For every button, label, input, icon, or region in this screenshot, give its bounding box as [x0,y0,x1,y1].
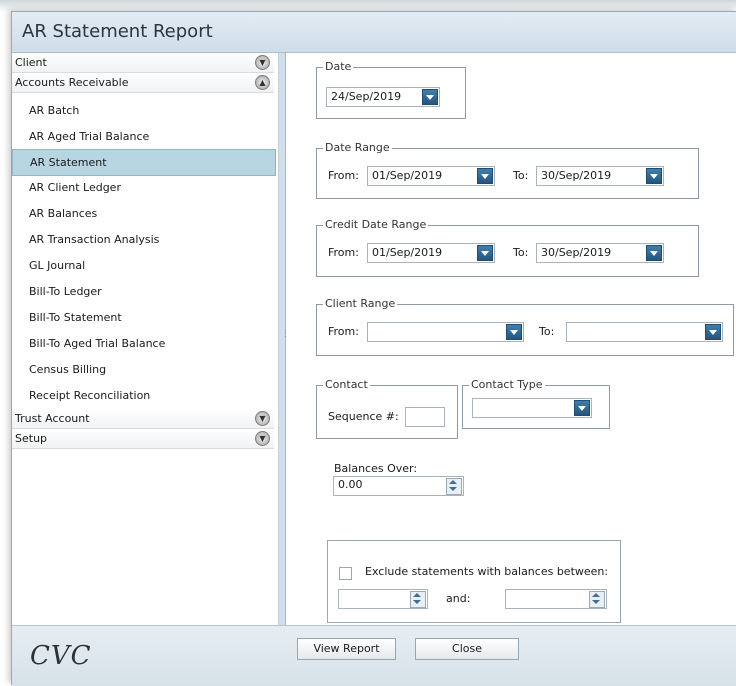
credit-date-range-group: Credit Date Range From: 01/Sep/2019 To: … [316,218,699,277]
contact-group: Contact Sequence #: [316,378,458,439]
nav-item-label: Census Billing [29,363,107,376]
nav-item-receipt-reconciliation[interactable]: Receipt Reconciliation [12,383,274,408]
dropdown-arrow-icon[interactable] [646,168,662,184]
dropdown-arrow-icon[interactable] [646,245,662,261]
dropdown-arrow-icon[interactable] [477,245,493,261]
nav-category-accounts-receivable[interactable]: Accounts Receivable ▲ [12,73,274,93]
nav-item-label: AR Client Ledger [29,181,121,194]
dropdown-arrow-icon[interactable] [574,400,590,416]
sequence-label: Sequence #: [328,410,399,423]
date-value: 24/Sep/2019 [331,90,402,103]
date-range-to-value: 30/Sep/2019 [541,169,612,182]
date-legend: Date [323,60,354,73]
credit-date-range-legend: Credit Date Range [323,218,429,231]
nav-item-ar-balances[interactable]: AR Balances [12,201,274,226]
nav-item-label: AR Transaction Analysis [29,233,160,246]
nav-item-ar-transaction-analysis[interactable]: AR Transaction Analysis [12,227,274,252]
balances-over-value: 0.00 [338,478,363,491]
nav-item-label: GL Journal [29,259,86,272]
expand-down-icon[interactable]: ▼ [255,411,270,426]
title-bar: AR Statement Report [12,12,736,53]
credit-range-to-value: 30/Sep/2019 [541,246,612,259]
client-range-legend: Client Range [323,297,398,310]
nav-item-label: AR Aged Trial Balance [29,130,150,143]
nav-item-label: Bill-To Statement [29,311,122,324]
spinner-arrows-icon[interactable] [589,591,605,608]
footer-bar: CVC View Report Close [12,625,736,686]
credit-range-from-label: From: [328,246,359,259]
exclude-low-spinner[interactable] [338,589,428,609]
nav-category-label: Accounts Receivable [15,76,129,89]
report-navigation-panel: Client ▼ Accounts Receivable ▲ AR Batch … [12,53,279,625]
collapse-up-icon[interactable]: ▲ [255,75,270,90]
date-range-legend: Date Range [323,141,392,154]
balances-over-label: Balances Over: [334,462,418,475]
date-dropdown[interactable]: 24/Sep/2019 [326,87,440,107]
exclude-checkbox[interactable] [339,567,352,580]
nav-category-label: Client [15,56,47,69]
panel-splitter[interactable] [279,53,286,625]
nav-item-bill-to-statement[interactable]: Bill-To Statement [12,305,274,330]
nav-item-label: AR Statement [30,156,107,169]
close-button[interactable]: Close [415,638,519,660]
report-parameters-panel: Date 24/Sep/2019 Date Range From: 01/Sep… [286,53,736,625]
expand-down-icon[interactable]: ▼ [255,55,270,70]
spinner-arrows-icon[interactable] [446,478,462,495]
date-range-to-label: To: [513,169,529,182]
date-group: Date 24/Sep/2019 [316,60,466,119]
client-range-from-dropdown[interactable] [367,322,524,342]
client-range-from-label: From: [328,325,359,338]
dropdown-arrow-icon[interactable] [705,324,721,340]
nav-item-label: Bill-To Ledger [29,285,102,298]
contact-legend: Contact [323,378,370,391]
nav-item-label: AR Balances [29,207,98,220]
dropdown-arrow-icon[interactable] [506,324,522,340]
date-range-group: Date Range From: 01/Sep/2019 To: 30/Sep/… [316,141,699,199]
window-title: AR Statement Report [22,21,213,42]
contact-type-dropdown[interactable] [472,398,592,418]
nav-item-label: Bill-To Aged Trial Balance [29,337,166,350]
exclude-label: Exclude statements with balances between… [365,565,609,578]
nav-item-ar-batch[interactable]: AR Batch [12,98,274,123]
nav-item-bill-to-aged-trial-balance[interactable]: Bill-To Aged Trial Balance [12,331,274,356]
date-range-from-dropdown[interactable]: 01/Sep/2019 [367,166,495,186]
credit-range-from-dropdown[interactable]: 01/Sep/2019 [367,243,495,263]
client-range-group: Client Range From: To: [316,297,734,356]
credit-range-to-label: To: [513,246,529,259]
sequence-input[interactable] [405,407,445,427]
date-range-from-label: From: [328,169,359,182]
nav-category-label: Setup [15,432,48,445]
cvc-logo: CVC [30,641,92,671]
credit-range-to-dropdown[interactable]: 30/Sep/2019 [536,243,664,263]
nav-item-ar-statement[interactable]: AR Statement [12,149,276,176]
balances-over-spinner[interactable]: 0.00 [333,476,464,496]
nav-category-label: Trust Account [15,412,90,425]
nav-category-client[interactable]: Client ▼ [12,53,274,73]
contact-type-legend: Contact Type [469,378,545,391]
exclude-and-label: and: [446,592,471,605]
nav-item-bill-to-ledger[interactable]: Bill-To Ledger [12,279,274,304]
nav-item-gl-journal[interactable]: GL Journal [12,253,274,278]
nav-item-census-billing[interactable]: Census Billing [12,357,274,382]
date-range-from-value: 01/Sep/2019 [372,169,443,182]
report-window: AR Statement Report Client ▼ Accounts Re… [11,11,736,686]
spinner-arrows-icon[interactable] [410,591,426,608]
exclude-high-spinner[interactable] [505,589,607,609]
nav-item-label: AR Batch [29,104,80,117]
dropdown-arrow-icon[interactable] [422,89,438,105]
dropdown-arrow-icon[interactable] [477,168,493,184]
nav-item-ar-client-ledger[interactable]: AR Client Ledger [12,175,274,200]
date-range-to-dropdown[interactable]: 30/Sep/2019 [536,166,664,186]
credit-range-from-value: 01/Sep/2019 [372,246,443,259]
client-range-to-label: To: [539,325,555,338]
nav-category-trust-account[interactable]: Trust Account ▼ [12,409,274,429]
nav-item-ar-aged-trial-balance[interactable]: AR Aged Trial Balance [12,124,274,149]
exclude-balances-group: Exclude statements with balances between… [327,540,621,623]
expand-down-icon[interactable]: ▼ [255,431,270,446]
nav-category-setup[interactable]: Setup ▼ [12,429,274,449]
client-range-to-dropdown[interactable] [566,322,723,342]
view-report-button[interactable]: View Report [297,638,396,660]
nav-item-label: Receipt Reconciliation [29,389,151,402]
contact-type-group: Contact Type [462,378,610,429]
